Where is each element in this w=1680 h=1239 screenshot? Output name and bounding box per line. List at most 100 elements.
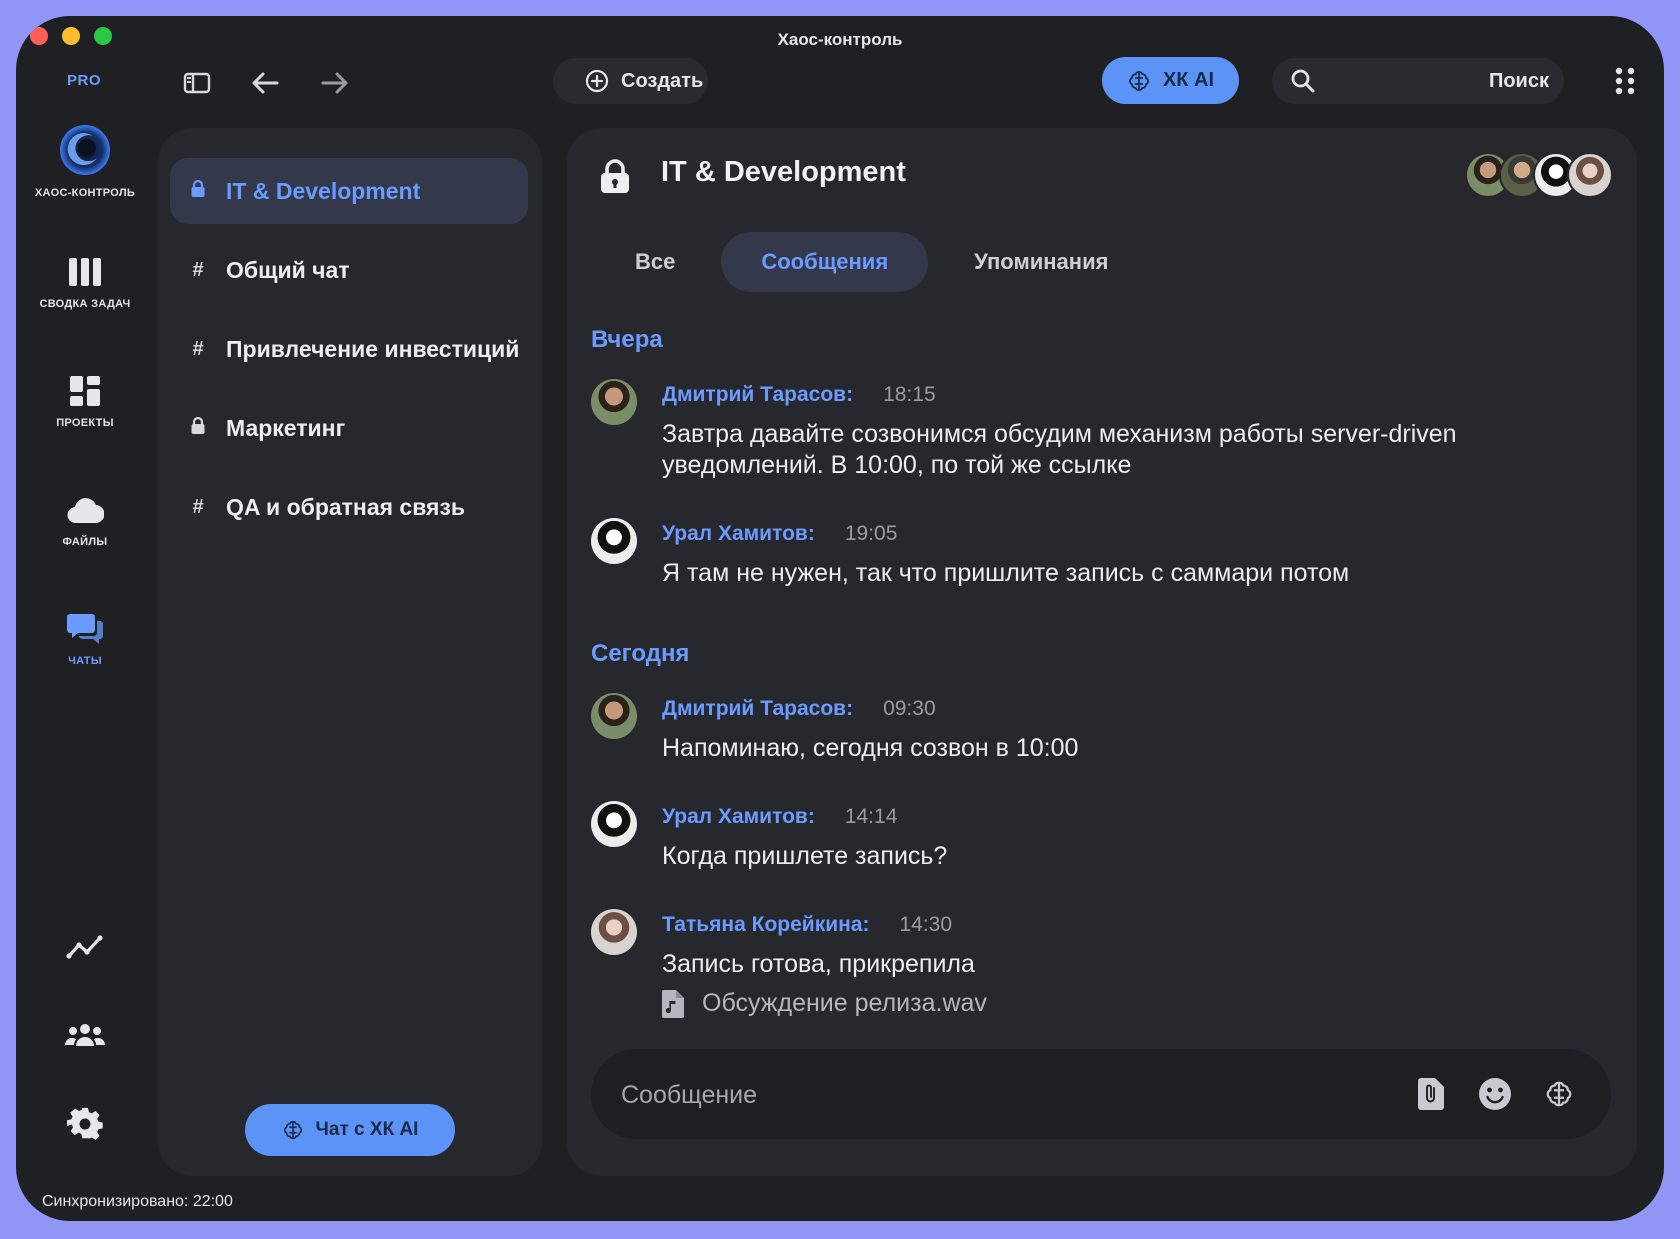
window-title: Хаос-контроль [777,30,903,49]
ai-button-label: ХК AI [1162,69,1215,91]
dashboard-icon [16,371,154,411]
audio-file-icon [662,989,684,1018]
avatar [591,518,637,564]
message-time: 09:30 [883,697,936,720]
rail-item-label: ЧАТЫ [68,655,102,667]
search-icon [1290,68,1316,99]
sync-status: Синхронизировано: 22:00 [42,1193,233,1210]
app-logo[interactable] [59,124,111,176]
chat-title: IT & Development [661,156,906,188]
attach-button[interactable] [1413,1076,1449,1112]
channel-name: Общий чат [226,256,350,283]
message-text: Когда пришлете запись? [662,842,948,870]
day-separator: Вчера [591,326,663,353]
rail-item-files[interactable]: ФАЙЛЫ [16,490,154,548]
apps-grid-button[interactable] [1610,64,1640,98]
tab-mentions[interactable]: Упоминания [934,232,1148,292]
ai-button[interactable]: ХК AI [1102,57,1239,104]
attachment-name: Обсуждение релиза.wav [702,989,987,1017]
create-button[interactable]: Создать [553,58,708,104]
rail-item-label: ПРОЕКТЫ [56,417,114,429]
message-text: Запись готова, прикрепила [662,950,975,978]
day-separator: Сегодня [591,640,690,667]
paperclip-icon [1418,1078,1444,1110]
rail-item-projects[interactable]: ПРОЕКТЫ [16,371,154,429]
tab-messages[interactable]: Сообщения [721,232,929,292]
smile-icon [1479,1078,1511,1110]
hash-icon: # [192,337,204,360]
plus-circle-icon [585,69,609,93]
message-input[interactable] [619,1069,1323,1121]
cloud-icon [16,490,154,530]
hash-icon: # [192,258,204,281]
message-time: 18:15 [883,383,936,406]
attachment[interactable]: Обсуждение релиза.wav [662,989,987,1018]
message-author[interactable]: Татьяна Корейкина: [662,913,869,936]
ai-chat-button[interactable]: Чат с ХК AI [245,1104,455,1156]
hash-icon: # [192,495,204,518]
sidebar-toggle-icon [183,72,211,94]
lock-icon [170,179,226,203]
app-logo-text: ХАОС-КОНТРОЛЬ [34,187,136,199]
apps-grid-icon [1615,67,1635,95]
ai-brain-icon [1129,70,1149,91]
analytics-icon [66,935,103,959]
app-window: Хаос-контроль PRO Создать ХК AI Поиск ХА… [16,16,1664,1221]
pro-badge: PRO [67,72,102,89]
ai-brain-icon [1546,1081,1572,1107]
forward-button[interactable] [318,66,352,100]
chat-panel: IT & Development Все Сообщения Упоминани… [567,128,1637,1176]
message-time: 14:30 [899,913,953,936]
message-time: 19:05 [844,522,898,545]
message-author[interactable]: Дмитрий Тарасов: [662,697,853,720]
avatar [591,693,637,739]
create-button-label: Создать [621,69,704,92]
back-button[interactable] [248,66,282,100]
emoji-button[interactable] [1477,1076,1513,1112]
ai-assist-button[interactable] [1541,1076,1577,1112]
team-icon [65,1024,105,1046]
channel-item-qa[interactable]: # QA и обратная связь [170,474,528,540]
analytics-button[interactable] [60,934,110,960]
search-label: Поиск [1488,70,1549,92]
message-text: Завтра давайте созвонимся обсудим механи… [662,420,1457,479]
chat-tabs: Все Сообщения Упоминания [595,232,1148,292]
members-avatars[interactable] [1465,152,1613,198]
message-author[interactable]: Урал Хамитов: [662,522,815,545]
message-author[interactable]: Дмитрий Тарасов: [662,383,853,406]
message-time: 14:14 [844,805,898,828]
channel-item-marketing[interactable]: Маркетинг [170,395,528,461]
avatar [591,909,637,955]
channel-name: IT & Development [226,177,421,204]
search-field[interactable]: Поиск [1272,58,1564,104]
rail-item-label: ФАЙЛЫ [62,536,108,548]
avatar [1567,152,1613,198]
channel-name: QA и обратная связь [226,493,466,520]
rail-item-label: СВОДКА ЗАДАЧ [39,298,131,310]
team-button[interactable] [60,1023,110,1047]
channel-item-investments[interactable]: # Привлечение инвестиций [170,316,540,382]
avatar [591,801,637,847]
message-author[interactable]: Урал Хамитов: [662,805,815,828]
ai-brain-icon [283,1120,302,1140]
channel-name: Маркетинг [226,414,346,441]
channel-item-it-development[interactable]: IT & Development [170,158,528,224]
rail-item-chats[interactable]: ЧАТЫ [16,609,154,667]
settings-button[interactable] [60,1106,110,1142]
tab-all[interactable]: Все [595,232,715,292]
message-text: Напоминаю, сегодня созвон в 10:00 [662,734,1079,762]
lock-icon [170,416,226,440]
settings-icon [67,1107,103,1140]
channel-name: Привлечение инвестиций [226,335,520,362]
channel-item-general[interactable]: # Общий чат [170,237,528,303]
avatar [591,379,637,425]
message-composer [591,1049,1611,1139]
sidebar-toggle-button[interactable] [182,68,212,98]
rail-item-tasks[interactable]: СВОДКА ЗАДАЧ [16,252,154,310]
columns-icon [16,252,154,292]
message-text: Я там не нужен, так что пришлите запись … [662,559,1350,587]
ai-chat-button-label: Чат с ХК AI [315,1119,419,1140]
chat-icon [16,609,154,649]
lock-icon [600,158,630,199]
channel-list-panel: IT & Development # Общий чат # Привлечен… [158,128,542,1176]
